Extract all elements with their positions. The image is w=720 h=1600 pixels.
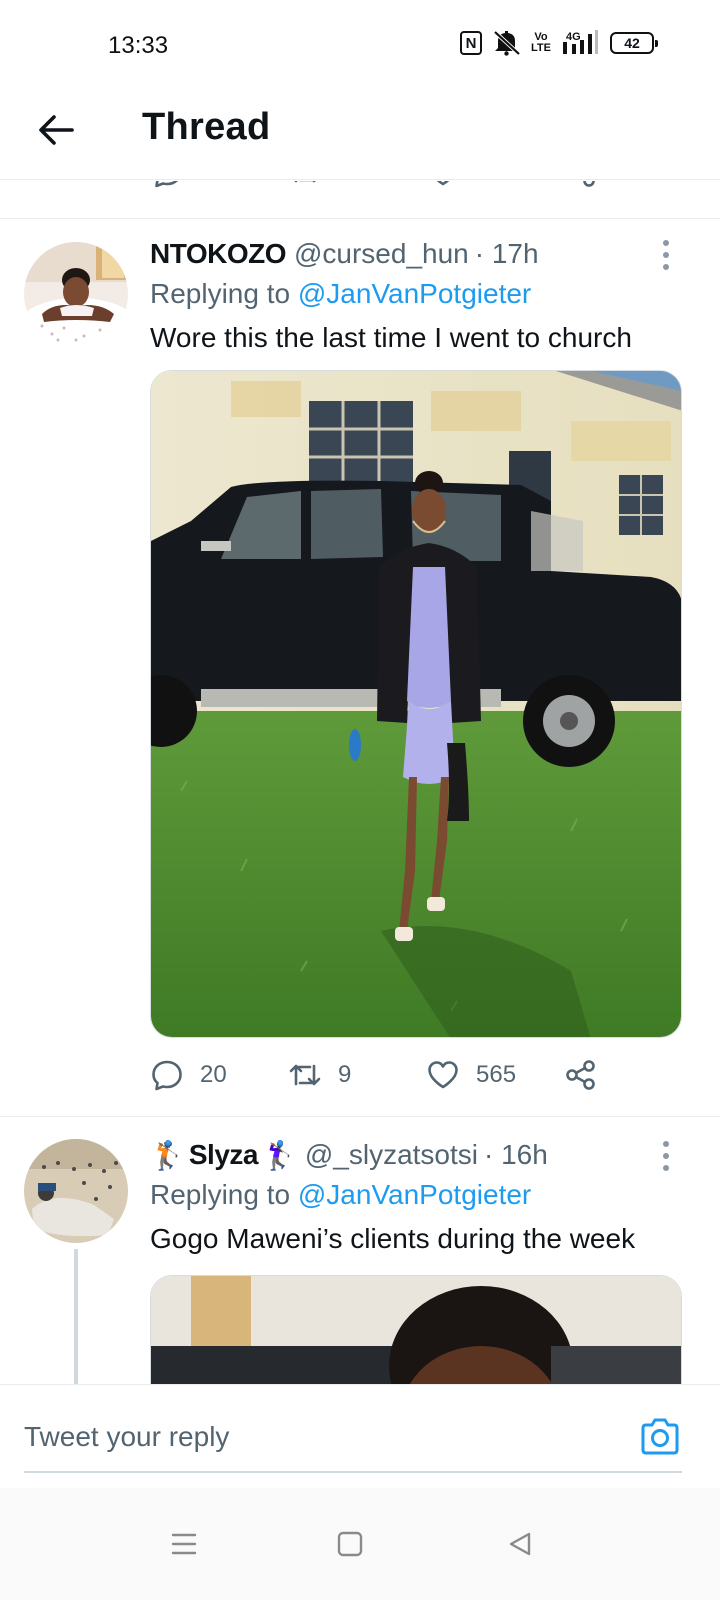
mute-icon xyxy=(492,30,522,56)
signal-icon: 4G xyxy=(560,30,600,56)
volte-icon: Vo LTE xyxy=(531,31,551,54)
golfer-woman-emoji: 🏌🏾‍♀️ xyxy=(261,1139,297,1171)
reply-underline xyxy=(24,1471,682,1473)
home-nav-button[interactable] xyxy=(330,1524,370,1564)
square-home-icon xyxy=(337,1531,363,1557)
back-nav-button[interactable] xyxy=(500,1524,540,1564)
retweet-icon xyxy=(294,181,316,183)
author-handle[interactable]: @_slyzatsotsi xyxy=(305,1139,478,1171)
tweet-photo[interactable] xyxy=(150,370,682,1038)
reply-button[interactable]: 20 xyxy=(150,1058,288,1092)
replying-to: Replying to @JanVanPotgieter xyxy=(150,1179,684,1215)
status-time: 13:33 xyxy=(108,32,169,59)
triangle-back-icon xyxy=(509,1532,531,1556)
replying-to-mention[interactable]: @JanVanPotgieter xyxy=(298,278,531,309)
more-dot xyxy=(663,252,669,258)
comment-icon xyxy=(152,1060,182,1091)
replying-to-prefix: Replying to xyxy=(150,278,298,309)
prev-like-button[interactable]: 288 xyxy=(426,181,564,189)
thread-header: Thread xyxy=(0,90,720,180)
svg-text:4G: 4G xyxy=(566,31,581,43)
page-title: Thread xyxy=(142,106,271,148)
thread-connector xyxy=(74,1249,78,1384)
like-count: 565 xyxy=(476,1061,517,1088)
menu-icon xyxy=(171,1533,197,1555)
tweet[interactable]: NTOKOZO @cursed_hun · 17h Replying to @J… xyxy=(0,220,720,1116)
previous-tweet-actions: 14 5 288 xyxy=(0,181,720,219)
status-bar: 13:33 N Vo LTE 4G 42 xyxy=(0,0,720,90)
tweet-meta: 🏌🏾 Slyza 🏌🏾‍♀️ @_slyzatsotsi · 16h xyxy=(150,1137,684,1173)
prev-retweet-count: 5 xyxy=(338,181,351,186)
prev-reply-count: 14 xyxy=(200,181,227,186)
reply-input[interactable] xyxy=(24,1415,584,1459)
back-button[interactable] xyxy=(34,108,78,152)
replying-to-mention[interactable]: @JanVanPotgieter xyxy=(298,1179,531,1210)
tweet-actions: 20 9 565 xyxy=(150,1058,598,1092)
arrow-left-icon xyxy=(39,115,74,145)
heart-icon xyxy=(428,1061,458,1089)
nfc-icon: N xyxy=(460,31,482,55)
retweet-count: 9 xyxy=(338,1061,352,1088)
prev-reply-button[interactable]: 14 xyxy=(150,181,288,189)
share-icon xyxy=(566,1060,595,1090)
retweet-icon xyxy=(289,1064,321,1086)
status-icons: N Vo LTE 4G 42 xyxy=(460,30,658,56)
share-button[interactable] xyxy=(564,1058,598,1092)
reply-count: 20 xyxy=(200,1061,227,1088)
retweet-button[interactable]: 9 xyxy=(288,1058,426,1092)
tweet-text: Gogo Maweni’s clients during the week xyxy=(150,1223,636,1254)
battery-icon: 42 xyxy=(610,32,658,54)
tweet-photo[interactable] xyxy=(150,1275,682,1384)
author-name[interactable]: Slyza xyxy=(189,1139,259,1171)
camera-button[interactable] xyxy=(638,1415,682,1459)
author-name[interactable]: NTOKOZO xyxy=(150,238,286,270)
tweet[interactable]: 🏌🏾 Slyza 🏌🏾‍♀️ @_slyzatsotsi · 16h Reply… xyxy=(0,1117,720,1384)
more-options-button[interactable] xyxy=(658,240,674,270)
avatar[interactable] xyxy=(24,242,128,346)
prev-like-count: 288 xyxy=(476,181,516,186)
prev-retweet-button[interactable]: 5 xyxy=(288,181,426,189)
author-handle[interactable]: @cursed_hun xyxy=(294,238,469,270)
more-dot xyxy=(663,240,669,246)
like-button[interactable]: 565 xyxy=(426,1058,564,1092)
share-icon xyxy=(583,181,595,187)
tweet-meta: NTOKOZO @cursed_hun · 17h xyxy=(150,236,684,272)
replying-to-prefix: Replying to xyxy=(150,1179,298,1210)
more-dot xyxy=(663,1153,669,1159)
system-nav-bar xyxy=(0,1488,720,1600)
more-dot xyxy=(663,1141,669,1147)
reply-composer xyxy=(0,1384,720,1488)
tweet-text: Wore this the last time I went to church xyxy=(150,322,632,353)
tweet-time: · 16h xyxy=(484,1139,548,1170)
heart-icon xyxy=(436,181,450,186)
replying-to: Replying to @JanVanPotgieter xyxy=(150,278,684,314)
golfer-emoji: 🏌🏾 xyxy=(150,1139,185,1171)
tweet-time: · 17h xyxy=(474,238,539,269)
more-dot xyxy=(663,1165,669,1171)
prev-share-button[interactable] xyxy=(564,181,598,189)
more-options-button[interactable] xyxy=(658,1141,674,1171)
comment-icon xyxy=(155,181,178,188)
menu-nav-button[interactable] xyxy=(164,1524,204,1564)
camera-icon xyxy=(641,1418,679,1455)
more-dot xyxy=(663,264,669,270)
avatar[interactable] xyxy=(24,1139,128,1243)
